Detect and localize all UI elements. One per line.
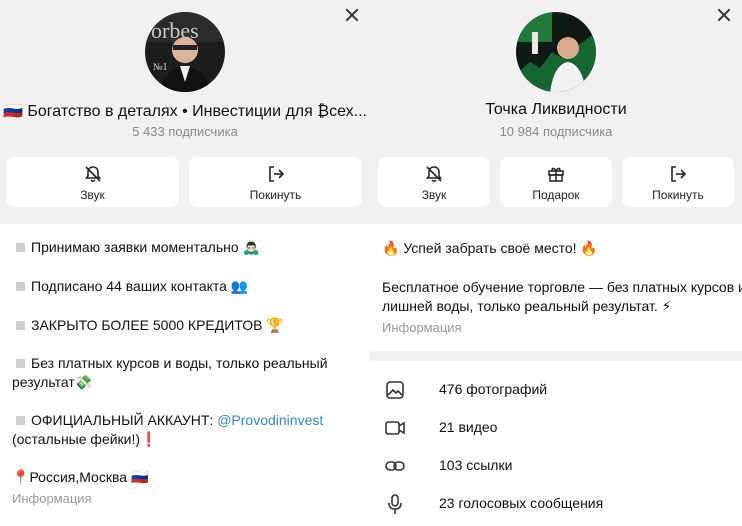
svg-text:№1: №1	[153, 62, 168, 73]
media-label: 476 фотографий	[439, 381, 548, 397]
mute-button[interactable]: Звук	[378, 157, 490, 207]
subscriber-count: 10 984 подписчика	[499, 124, 613, 139]
channel-header: Точка Ликвидности 10 984 подписчика Звук…	[370, 0, 742, 224]
channel-description: 🔥 Успей забрать своё место! 🔥 Бесплатное…	[366, 224, 742, 351]
media-row-videos[interactable]: 21 видео	[366, 413, 742, 443]
subscriber-count: 5 433 подписчика	[132, 124, 238, 139]
gift-label: Подарок	[532, 188, 580, 202]
desc-line: ОФИЦИАЛЬНЫЙ АККАУНТ: @Provodininvest	[16, 412, 323, 428]
avatar[interactable]	[516, 12, 596, 92]
gift-button[interactable]: Подарок	[500, 157, 612, 207]
mute-label: Звук	[80, 188, 105, 202]
media-label: 23 голосовых сообщения	[439, 495, 604, 511]
media-row-photos[interactable]: 476 фотографий	[366, 375, 742, 405]
gift-icon	[548, 167, 564, 182]
channel-header: orbes №1 🇷🇺 Богатство в деталях • Инвест…	[0, 0, 370, 224]
info-label: Информация	[12, 491, 92, 506]
close-icon[interactable]	[342, 6, 362, 26]
leave-button[interactable]: Покинуть	[189, 157, 362, 207]
video-icon	[385, 421, 405, 435]
leave-button[interactable]: Покинуть	[622, 157, 734, 207]
desc-line: Бесплатное обучение торговле — без платн…	[382, 279, 742, 295]
desc-line: Принимаю заявки моментально 🙇🏻‍♂️	[16, 239, 260, 256]
desc-line: (остальные фейки!)❗	[12, 431, 158, 447]
media-row-links[interactable]: 103 ссылки	[366, 451, 742, 481]
mute-label: Звук	[421, 188, 447, 202]
photo-icon	[386, 381, 404, 399]
media-label: 21 видео	[439, 419, 498, 435]
close-icon[interactable]	[714, 6, 734, 26]
leave-icon	[268, 166, 284, 182]
leave-label: Покинуть	[652, 188, 704, 202]
media-label: 103 ссылки	[439, 457, 513, 473]
channel-panel-right: Точка Ликвидности 10 984 подписчика Звук…	[366, 0, 742, 526]
leave-label: Покинуть	[249, 188, 302, 202]
desc-line: ЗАКРЫТО БОЛЕЕ 5000 КРЕДИТОВ 🏆	[16, 317, 284, 334]
desc-line: Подписано 44 ваших контакта 👥	[16, 278, 248, 295]
link-icon	[385, 461, 405, 471]
channel-description: Принимаю заявки моментально 🙇🏻‍♂️ Подпис…	[0, 224, 370, 526]
channel-title: Точка Ликвидности	[485, 101, 627, 118]
leave-icon	[671, 166, 687, 182]
location-line: 📍Россия,Москва 🇷🇺	[12, 469, 149, 485]
official-account-link[interactable]: @Provodininvest	[217, 412, 323, 428]
bell-off-icon	[84, 166, 101, 183]
info-label: Информация	[382, 320, 462, 335]
shared-media-list: 476 фотографий 21 видео 103 ссылки 23 го…	[366, 361, 742, 526]
desc-line: Без платных курсов и воды, только реальн…	[16, 355, 328, 371]
avatar[interactable]: orbes №1	[145, 12, 225, 92]
channel-title: 🇷🇺 Богатство в деталях • Инвестиции для …	[3, 103, 367, 120]
bell-off-icon	[425, 166, 443, 183]
desc-line: результат💸	[12, 374, 93, 390]
media-row-voice[interactable]: 23 голосовых сообщения	[366, 489, 742, 519]
mute-button[interactable]: Звук	[6, 157, 179, 207]
channel-panel-left: orbes №1 🇷🇺 Богатство в деталях • Инвест…	[0, 0, 370, 526]
desc-line: лишней воды, только реальный результат. …	[382, 298, 672, 314]
mic-icon	[388, 494, 402, 514]
desc-heading: 🔥 Успей забрать своё место! 🔥	[382, 240, 598, 256]
